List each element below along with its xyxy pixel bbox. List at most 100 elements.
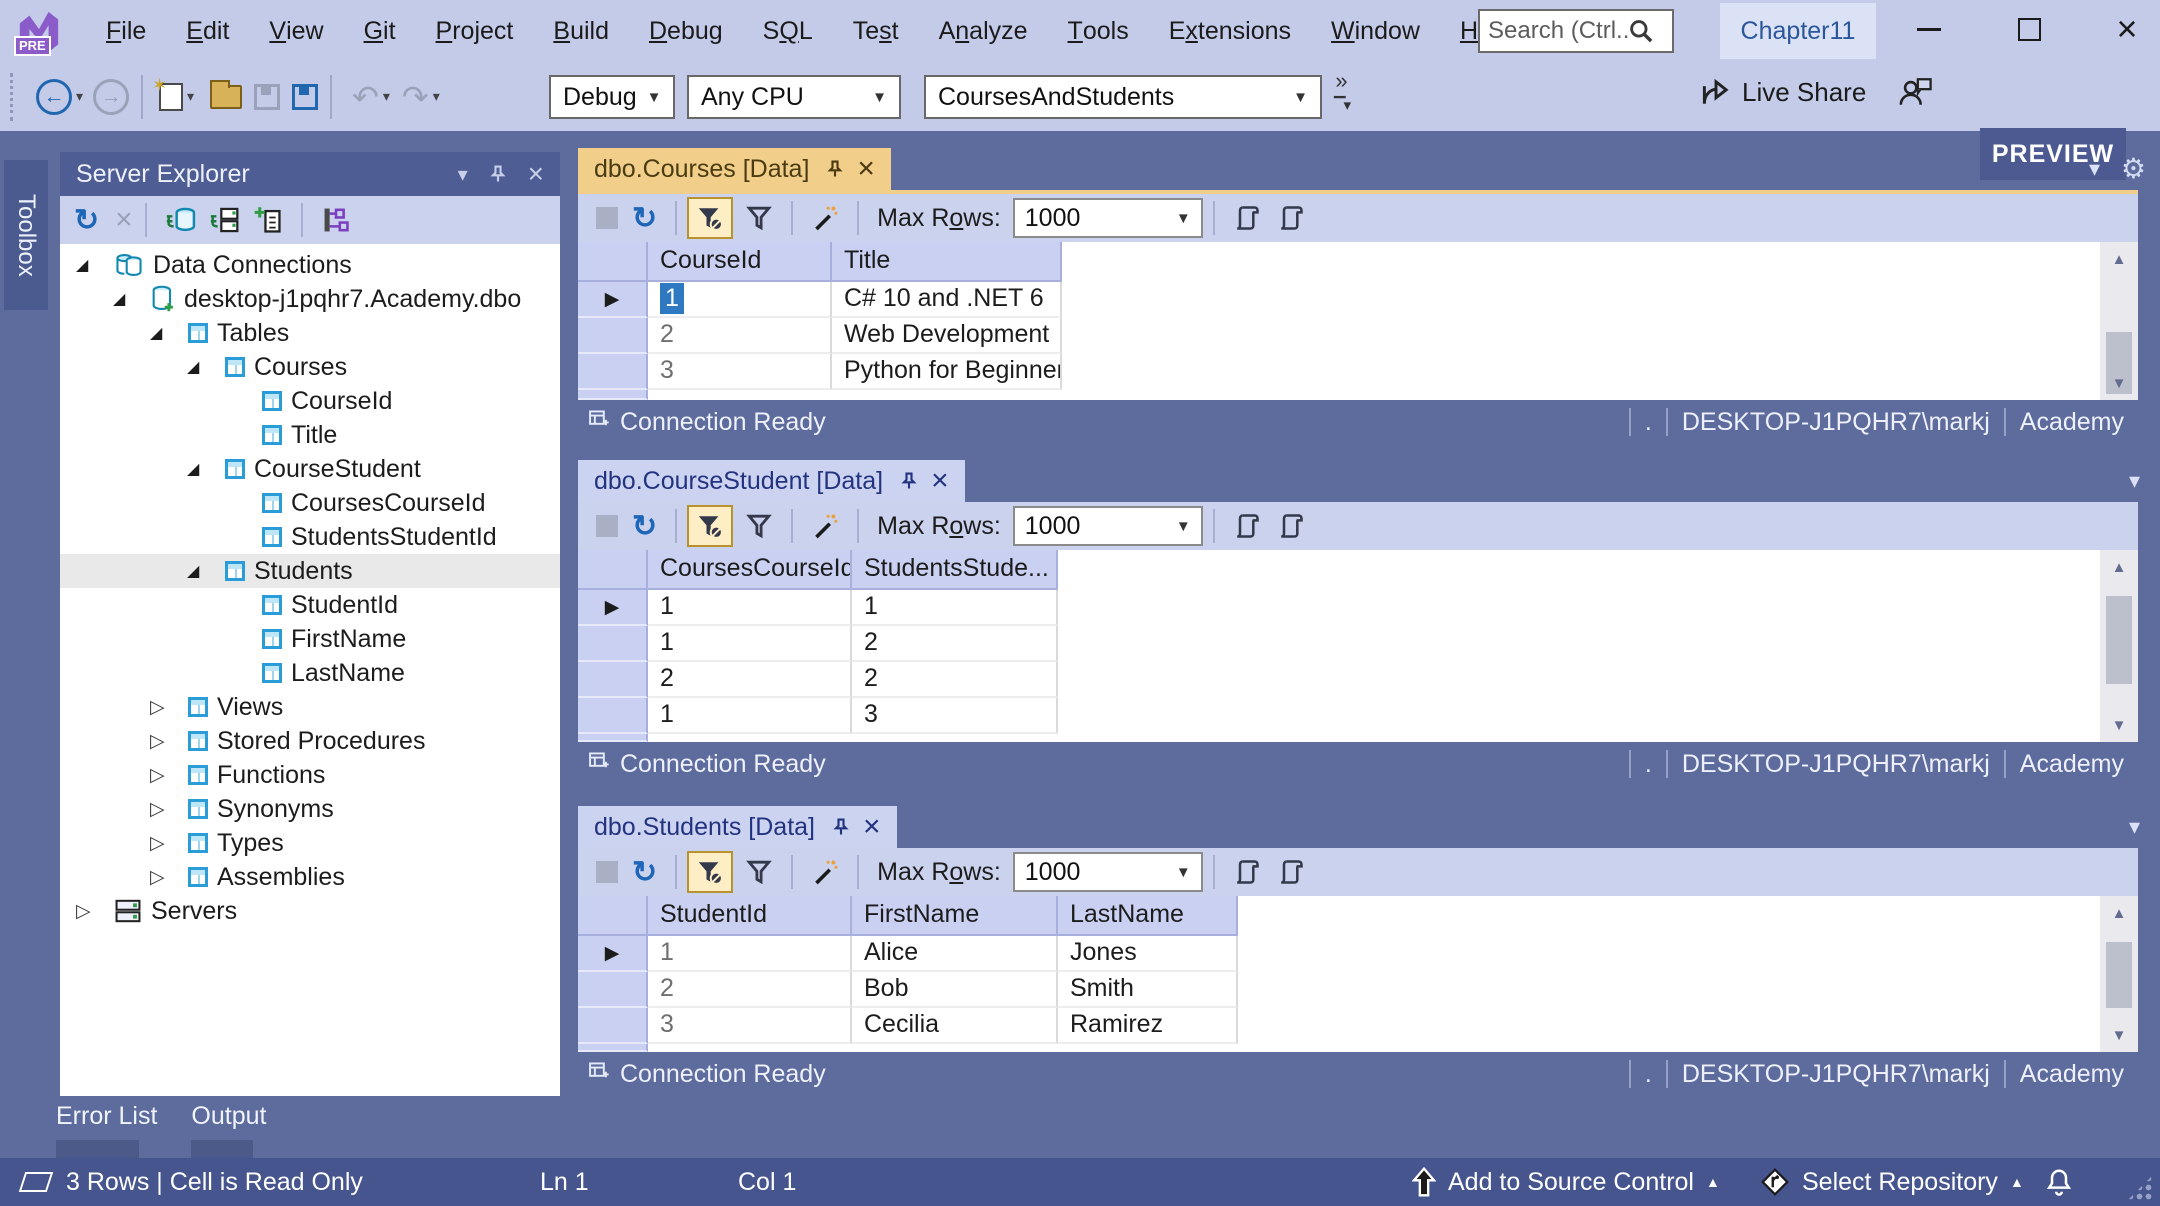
grid-cell[interactable]: 2 — [648, 318, 832, 354]
tree-expander-icon[interactable]: ▷ — [150, 798, 188, 821]
max-rows-combobox[interactable]: 1000▼ — [1013, 852, 1203, 892]
notifications-bell-icon[interactable] — [2046, 1158, 2072, 1206]
close-icon[interactable]: × — [857, 154, 875, 184]
grid-cell[interactable]: 2 — [648, 972, 852, 1008]
scroll-down-icon[interactable]: ▼ — [2100, 710, 2138, 740]
max-rows-combobox[interactable]: 1000▼ — [1013, 198, 1203, 238]
menu-file[interactable]: File — [86, 0, 166, 62]
tree-expander-icon[interactable]: ▷ — [150, 832, 188, 855]
grid-cell[interactable]: Web Development — [832, 318, 1062, 354]
navigate-back-dropdown-icon[interactable]: ▾ — [76, 88, 83, 105]
sql-script-icon[interactable] — [1233, 858, 1261, 886]
magic-wand-icon[interactable] — [811, 512, 839, 540]
gear-icon[interactable]: ⚙ — [2121, 152, 2146, 185]
grid-cell[interactable]: 2 — [648, 662, 852, 698]
column-header-studentid[interactable]: StudentId — [648, 896, 852, 936]
tree-expander-icon[interactable]: ◢ — [113, 289, 151, 309]
scrollbar-thumb[interactable] — [2106, 596, 2132, 684]
add-to-source-control-button[interactable]: Add to Source Control ▲ — [1412, 1158, 1720, 1206]
connect-to-database-icon[interactable] — [165, 206, 197, 234]
undo-dropdown-icon[interactable]: ▾ — [383, 88, 390, 105]
stop-button[interactable] — [596, 861, 618, 883]
filter-icon[interactable] — [745, 858, 773, 886]
max-rows-combobox[interactable]: 1000▼ — [1013, 506, 1203, 546]
tab-dbo-courses-data[interactable]: dbo.Courses [Data]× — [578, 148, 891, 190]
solution-name-tab[interactable]: Chapter11 — [1720, 3, 1876, 59]
grid-cell[interactable]: Jones — [1058, 936, 1238, 972]
new-file-button[interactable]: ✶ — [159, 83, 183, 111]
tree-item-stored-procedures[interactable]: ▷Stored Procedures — [60, 724, 560, 758]
close-icon[interactable]: × — [931, 466, 949, 496]
refresh-icon[interactable]: ↻ — [632, 855, 657, 890]
platform-combobox[interactable]: Any CPU▼ — [687, 75, 901, 119]
tree-item-students[interactable]: ◢Students — [60, 554, 560, 588]
magic-wand-icon[interactable] — [811, 858, 839, 886]
sql-script-icon[interactable] — [1233, 512, 1261, 540]
tree-item-coursescourseid[interactable]: CoursesCourseId — [60, 486, 560, 520]
tree-expander-icon[interactable]: ▷ — [150, 764, 188, 787]
grid-cell[interactable]: 1 — [648, 936, 852, 972]
grid-cell[interactable]: 3 — [648, 1008, 852, 1044]
column-header-courseid[interactable]: CourseId — [648, 242, 832, 282]
toolbar-overflow-button[interactable]: »▔▾ — [1334, 70, 1349, 113]
row-selector[interactable] — [578, 972, 648, 1008]
row-selector[interactable]: ▶ — [578, 590, 648, 626]
open-file-button[interactable] — [210, 85, 242, 109]
tree-expander-icon[interactable]: ▷ — [150, 866, 188, 889]
grid-cell[interactable]: 1 — [648, 590, 852, 626]
menu-test[interactable]: Test — [833, 0, 919, 62]
filter-active-button[interactable] — [687, 851, 733, 893]
grid-cell[interactable]: Python for Beginners — [832, 354, 1062, 390]
minimize-button[interactable] — [1898, 0, 1960, 58]
column-header-firstname[interactable]: FirstName — [852, 896, 1058, 936]
undo-button[interactable]: ↶ — [352, 81, 379, 113]
grid-cell[interactable]: 2 — [852, 662, 1058, 698]
scroll-up-icon[interactable]: ▲ — [2100, 244, 2138, 274]
search-box[interactable] — [1478, 9, 1674, 53]
tree-item-courseid[interactable]: CourseId — [60, 384, 560, 418]
column-header-title[interactable]: Title — [832, 242, 1062, 282]
tree-expander-icon[interactable]: ◢ — [150, 323, 188, 343]
stop-button[interactable] — [596, 207, 618, 229]
menu-sql[interactable]: SQL — [743, 0, 833, 62]
sql-script-new-icon[interactable] — [1277, 858, 1305, 886]
connect-to-server-icon[interactable] — [209, 206, 241, 234]
grid-cell[interactable]: 2 — [852, 626, 1058, 662]
tree-item-assemblies[interactable]: ▷Assemblies — [60, 860, 560, 894]
grid-cell[interactable]: 3 — [648, 354, 832, 390]
column-header-coursescourseid[interactable]: CoursesCourseId — [648, 550, 852, 590]
close-icon[interactable]: × — [863, 812, 881, 842]
live-share-button[interactable]: Live Share — [1700, 76, 1866, 108]
grid-cell[interactable]: Cecilia — [852, 1008, 1058, 1044]
save-button[interactable] — [254, 84, 280, 110]
row-selector[interactable] — [578, 626, 648, 662]
grid-cell[interactable]: Alice — [852, 936, 1058, 972]
redo-button[interactable]: ↷ — [402, 81, 429, 113]
tree-expander-icon[interactable]: ▷ — [76, 900, 114, 923]
grid-cell[interactable]: Smith — [1058, 972, 1238, 1008]
tree-expander-icon[interactable]: ◢ — [187, 561, 225, 581]
vertical-scrollbar[interactable]: ▲▼ — [2100, 896, 2138, 1052]
grid-cell[interactable]: Ramirez — [1058, 1008, 1238, 1044]
tree-item-data-connections[interactable]: ◢Data Connections — [60, 248, 560, 282]
vertical-scrollbar[interactable]: ▲▼ — [2100, 242, 2138, 400]
window-position-icon[interactable]: ▾ — [458, 162, 468, 187]
scroll-up-icon[interactable]: ▲ — [2100, 552, 2138, 582]
row-selector[interactable] — [578, 1008, 648, 1044]
filter-icon[interactable] — [745, 512, 773, 540]
row-selector[interactable]: ▶ — [578, 936, 648, 972]
select-repository-button[interactable]: Select Repository ▲ — [1760, 1158, 2024, 1206]
tree-item-tables[interactable]: ◢Tables — [60, 316, 560, 350]
refresh-icon[interactable]: ↻ — [632, 509, 657, 544]
menu-tools[interactable]: Tools — [1048, 0, 1149, 62]
refresh-icon[interactable]: ↻ — [632, 201, 657, 236]
grid-cell[interactable]: 1 — [648, 698, 852, 734]
menu-build[interactable]: Build — [533, 0, 629, 62]
row-selector[interactable] — [578, 318, 648, 354]
filter-icon[interactable] — [745, 204, 773, 232]
navigate-forward-button[interactable]: → — [93, 79, 129, 115]
column-header-lastname[interactable]: LastName — [1058, 896, 1238, 936]
column-header-studentsstude[interactable]: StudentsStude... — [852, 550, 1058, 590]
tab-dbo-coursestudent-data[interactable]: dbo.CourseStudent [Data]× — [578, 460, 965, 502]
add-connection-icon[interactable] — [253, 206, 283, 234]
